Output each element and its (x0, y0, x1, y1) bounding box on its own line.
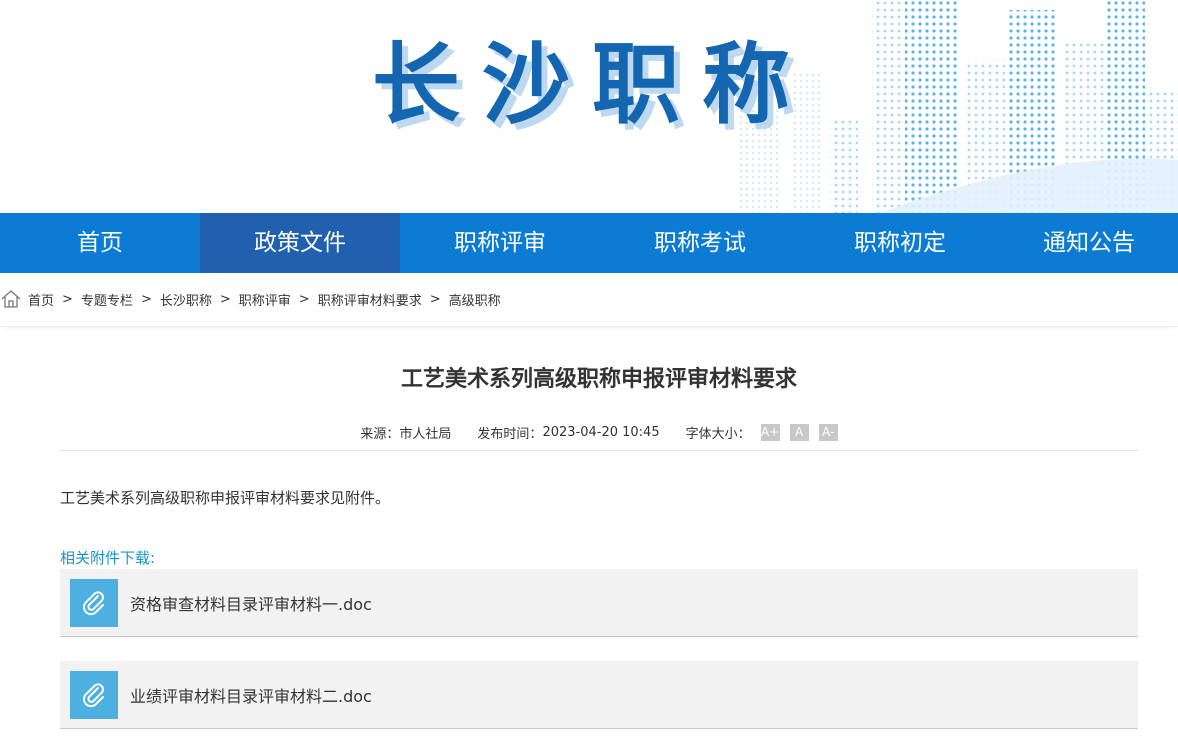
attachment-name[interactable]: 业绩评审材料目录评审材料二.doc (130, 683, 372, 707)
paperclip-icon (70, 670, 118, 719)
nav-item-title-initial[interactable]: 职称初定 (800, 213, 1000, 273)
article: 工艺美术系列高级职称申报评审材料要求 来源： 市人社局 发布时间： 2023-0… (60, 361, 1138, 729)
breadcrumb-separator: > (140, 292, 152, 307)
nav-item-notices[interactable]: 通知公告 (1000, 213, 1178, 273)
breadcrumb-separator: > (219, 292, 231, 307)
publish-time-label: 发布时间： (477, 427, 543, 442)
breadcrumb-separator: > (62, 292, 73, 307)
nav-item-title-exam[interactable]: 职称考试 (600, 213, 800, 273)
breadcrumb-review-requirements[interactable]: 职称评审材料要求 (318, 290, 422, 309)
source-label: 来源： (360, 427, 400, 442)
breadcrumb: 首页 > 专题专栏 > 长沙职称 > 职称评审 > 职称评审材料要求 > 高级职… (0, 273, 1178, 327)
breadcrumb-senior-title[interactable]: 高级职称 (449, 290, 501, 309)
nav-item-home[interactable]: 首页 (0, 213, 200, 273)
breadcrumb-special-column[interactable]: 专题专栏 (81, 290, 133, 309)
publish-time-value: 2023-04-20 10:45 (542, 425, 660, 440)
header-banner: 长沙职称 (0, 0, 1178, 213)
breadcrumb-separator: > (429, 292, 441, 307)
font-size-normal-button[interactable]: A (789, 424, 809, 441)
breadcrumb-title-review[interactable]: 职称评审 (239, 290, 291, 309)
font-size-label: 字体大小： (685, 427, 751, 442)
source-value: 市人社局 (399, 427, 452, 442)
attachment-name[interactable]: 资格审查材料目录评审材料一.doc (130, 591, 372, 615)
attachment-item[interactable]: 业绩评审材料目录评审材料二.doc (60, 661, 1138, 729)
attachment-item[interactable]: 资格审查材料目录评审材料一.doc (60, 569, 1138, 637)
font-size-increase-button[interactable]: A+ (760, 424, 780, 441)
breadcrumb-separator: > (298, 292, 310, 307)
home-icon (1, 289, 21, 308)
article-meta: 来源： 市人社局 发布时间： 2023-04-20 10:45 字体大小： A+… (60, 421, 1138, 451)
nav-item-title-review[interactable]: 职称评审 (400, 213, 600, 273)
attachments-label: 相关附件下载: (60, 549, 156, 567)
nav-item-policy-documents[interactable]: 政策文件 (200, 213, 400, 273)
main-nav: 首页 政策文件 职称评审 职称考试 职称初定 通知公告 (0, 213, 1178, 273)
font-size-decrease-button[interactable]: A- (818, 424, 838, 441)
article-title: 工艺美术系列高级职称申报评审材料要求 (400, 367, 797, 392)
paperclip-icon (70, 578, 118, 627)
site-title: 长沙职称 (372, 33, 813, 136)
breadcrumb-home[interactable]: 首页 (28, 290, 54, 309)
breadcrumb-changsha-title[interactable]: 长沙职称 (160, 290, 212, 309)
article-body: 工艺美术系列高级职称申报评审材料要求见附件。 (60, 489, 391, 507)
